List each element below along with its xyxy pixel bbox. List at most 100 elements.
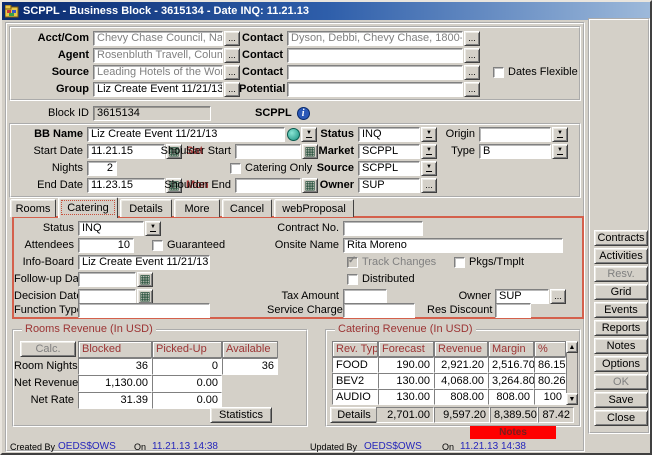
agent-field[interactable]: Rosenbluth Travell, Columbia, 1800-r [93,48,223,63]
onsite-name-field[interactable]: Rita Moreno [343,238,563,253]
grid-button[interactable]: Grid [594,284,648,300]
save-button[interactable]: Save [594,392,648,408]
created-by-value: OEDS$OWS [58,441,116,452]
cell-blocked: 31.39 [78,392,152,409]
shoulder-start-label: Shoulder Start [152,145,235,157]
potential-field[interactable] [287,82,463,97]
res-discount-field[interactable] [495,303,531,318]
catering-owner-lov-button[interactable]: ... [550,289,566,304]
rooms-col-available: Available [222,341,278,358]
source-lov-button[interactable]: ... [224,65,240,80]
created-on-label: On [134,442,146,452]
button-label: Options [602,358,640,370]
catering-status-field[interactable]: INQ [78,221,144,236]
dates-flexible-checkbox[interactable] [493,67,504,78]
shoulder-end-field[interactable] [235,178,301,193]
contact2-field[interactable] [287,48,463,63]
contact3-lov-button[interactable]: ... [464,65,480,80]
bb-source-field[interactable]: SCPPL [358,161,420,176]
contracts-button[interactable]: Contracts [594,230,648,246]
table-scrollbar[interactable]: ▲ ▼ [566,341,578,405]
function-type-field[interactable] [78,303,210,318]
contact1-field[interactable]: Dyson, Debbi, Chevy Chase, 1800-123- [287,31,463,46]
catering-status-dropdown-button[interactable]: ▼ [145,221,161,236]
type-field[interactable]: B [479,144,551,159]
block-id-field: 3615134 [93,106,211,121]
cell-available: 36 [222,358,278,375]
catering-status-label: Status [14,222,78,234]
end-date-label: End Date [11,179,87,191]
reports-button[interactable]: Reports [594,320,648,336]
calc-label: Calc. [35,343,60,355]
app-icon [5,5,19,18]
table-row: BEV2 130.00 4,068.00 3,264.80 80.26 [332,373,566,389]
notes-button[interactable]: Notes [594,338,648,354]
acct-com-field[interactable]: Chevy Chase Council, Naples, [93,31,223,46]
button-label: Resv. [607,268,634,280]
service-charge-field[interactable] [343,303,415,318]
followup-date-field[interactable] [78,272,136,287]
owner-field[interactable]: SUP [358,178,420,193]
tab-catering[interactable]: Catering [58,197,118,218]
acct-com-lov-button[interactable]: ... [224,31,240,46]
contact1-label: Contact [239,32,287,44]
agent-lov-button[interactable]: ... [224,48,240,63]
close-button[interactable]: Close [594,410,648,426]
scroll-down-button[interactable]: ▼ [566,393,578,405]
calc-button[interactable]: Calc. [20,341,76,357]
cell-blocked: 1,130.00 [78,375,152,392]
tab-webproposal[interactable]: webProposal [274,199,354,217]
potential-label: Potential [239,83,287,95]
activities-button[interactable]: Activities [594,248,648,264]
tab-details[interactable]: Details [120,199,172,217]
attendees-field[interactable]: 10 [78,238,134,253]
track-changes-checkbox [347,257,358,268]
followup-calendar-button[interactable]: ▦ [137,272,153,287]
tab-rooms[interactable]: Rooms [10,199,56,217]
scroll-up-button[interactable]: ▲ [566,341,578,353]
tab-cancel[interactable]: Cancel [222,199,272,217]
info-icon[interactable]: i [297,107,310,120]
cell-type: BEV2 [332,373,378,389]
notes-banner[interactable]: Notes [470,426,556,439]
status-field[interactable]: INQ [358,127,420,142]
contact3-field[interactable] [287,65,463,80]
catering-only-label: Catering Only [241,162,312,174]
globe-icon[interactable] [287,128,300,141]
origin-dropdown-button[interactable]: ▼ [552,127,568,142]
market-field[interactable]: SCPPL [358,144,420,159]
tab-more[interactable]: More [174,199,220,217]
nights-field[interactable]: 2 [87,161,117,176]
group-field[interactable]: Liz Create Event 11/21/13 [93,82,223,97]
cell-type: AUDIO [332,389,378,405]
origin-field[interactable] [479,127,551,142]
guaranteed-checkbox[interactable] [152,240,163,251]
shoulder-start-field[interactable] [235,144,301,159]
row-label: Net Rate [14,392,78,409]
contact1-lov-button[interactable]: ... [464,31,480,46]
contact2-lov-button[interactable]: ... [464,48,480,63]
source-field[interactable]: Leading Hotels of the World, Naples, [93,65,223,80]
distributed-checkbox[interactable] [347,274,358,285]
options-button[interactable]: Options [594,356,648,372]
info-board-field[interactable]: Liz Create Event 11/21/13 [78,255,210,270]
statistics-button[interactable]: Statistics [210,407,272,423]
nights-label: Nights [11,162,87,174]
owner-lov-button[interactable]: ... [421,178,437,193]
calendar-icon: ▦ [139,274,150,284]
bb-name-field[interactable]: Liz Create Event 11/21/13 [87,127,285,142]
contract-no-field[interactable] [343,221,423,236]
events-button[interactable]: Events [594,302,648,318]
updated-by-value: OEDS$OWS [364,441,422,452]
group-lov-button[interactable]: ... [224,82,240,97]
type-dropdown-button[interactable]: ▼ [552,144,568,159]
pkgs-tmplt-checkbox[interactable] [454,257,465,268]
cell-type: FOOD [332,357,378,373]
bb-name-label: BB Name [11,128,87,140]
bb-source-dropdown-button[interactable]: ▼ [421,161,437,176]
potential-lov-button[interactable]: ... [464,82,480,97]
agent-label: Agent [11,49,93,61]
details-button[interactable]: Details [330,407,378,423]
dropdown-icon: ▼ [150,225,156,232]
catering-only-checkbox[interactable] [230,163,241,174]
